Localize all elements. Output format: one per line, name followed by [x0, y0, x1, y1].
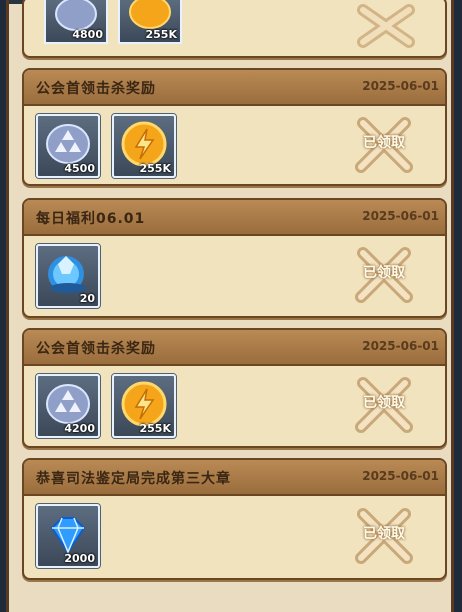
claimed-stamp: 已领取 [353, 506, 415, 568]
item-quantity: 255K [145, 28, 178, 41]
mail-panel: 4800 255K 公会首领击杀奖励 2025-06-01 4500 255K … [6, 0, 454, 612]
mail-date: 2025-06-01 [362, 209, 439, 223]
claimed-label: 已领取 [363, 265, 405, 281]
claimed-label: 已领取 [363, 526, 405, 542]
reward-item-silver[interactable]: 4800 [44, 0, 108, 44]
item-quantity: 255K [139, 422, 172, 435]
mail-card[interactable]: 公会首领击杀奖励 2025-06-01 4500 255K 已领取 [22, 68, 447, 186]
mail-card[interactable]: 恭喜司法鉴定局完成第三大章 2025-06-01 2000 已领取 [22, 458, 447, 580]
reward-item-diamond[interactable]: 2000 [36, 504, 100, 568]
item-quantity: 4500 [64, 162, 95, 175]
mail-title: 恭喜司法鉴定局完成第三大章 [36, 471, 231, 487]
item-quantity: 4800 [72, 28, 103, 41]
reward-item-gold[interactable]: 255K [118, 0, 182, 44]
claimed-label: 已领取 [363, 135, 405, 151]
reward-item-gold[interactable]: 255K [112, 114, 176, 178]
reward-item-silver[interactable]: 4200 [36, 374, 100, 438]
mail-title: 每日福利06.01 [36, 211, 146, 227]
item-quantity: 4200 [64, 422, 95, 435]
reward-item-orb[interactable]: 20 [36, 244, 100, 308]
claimed-stamp: 已领取 [353, 115, 415, 177]
claimed-swords-icon [357, 4, 415, 48]
mail-date: 2025-06-01 [362, 469, 439, 483]
reward-item-silver[interactable]: 4500 [36, 114, 100, 178]
item-quantity: 2000 [64, 552, 95, 565]
claimed-label: 已领取 [363, 395, 405, 411]
reward-card-partial[interactable]: 4800 255K [22, 0, 447, 58]
mail-card[interactable]: 公会首领击杀奖励 2025-06-01 4200 255K 已领取 [22, 328, 447, 448]
mail-date: 2025-06-01 [362, 339, 439, 353]
mail-card-header: 公会首领击杀奖励 2025-06-01 [24, 330, 445, 366]
mail-card-header: 恭喜司法鉴定局完成第三大章 2025-06-01 [24, 460, 445, 496]
mail-card-header: 每日福利06.01 2025-06-01 [24, 200, 445, 236]
claimed-stamp: 已领取 [353, 375, 415, 437]
mail-date: 2025-06-01 [362, 79, 439, 93]
mail-title: 公会首领击杀奖励 [36, 341, 156, 357]
reward-item-gold[interactable]: 255K [112, 374, 176, 438]
mail-title: 公会首领击杀奖励 [36, 81, 156, 97]
item-quantity: 20 [79, 292, 95, 305]
item-quantity: 255K [139, 162, 172, 175]
mail-card[interactable]: 每日福利06.01 2025-06-01 20 已领取 [22, 198, 447, 318]
claimed-stamp: 已领取 [353, 245, 415, 307]
mail-card-header: 公会首领击杀奖励 2025-06-01 [24, 70, 445, 106]
